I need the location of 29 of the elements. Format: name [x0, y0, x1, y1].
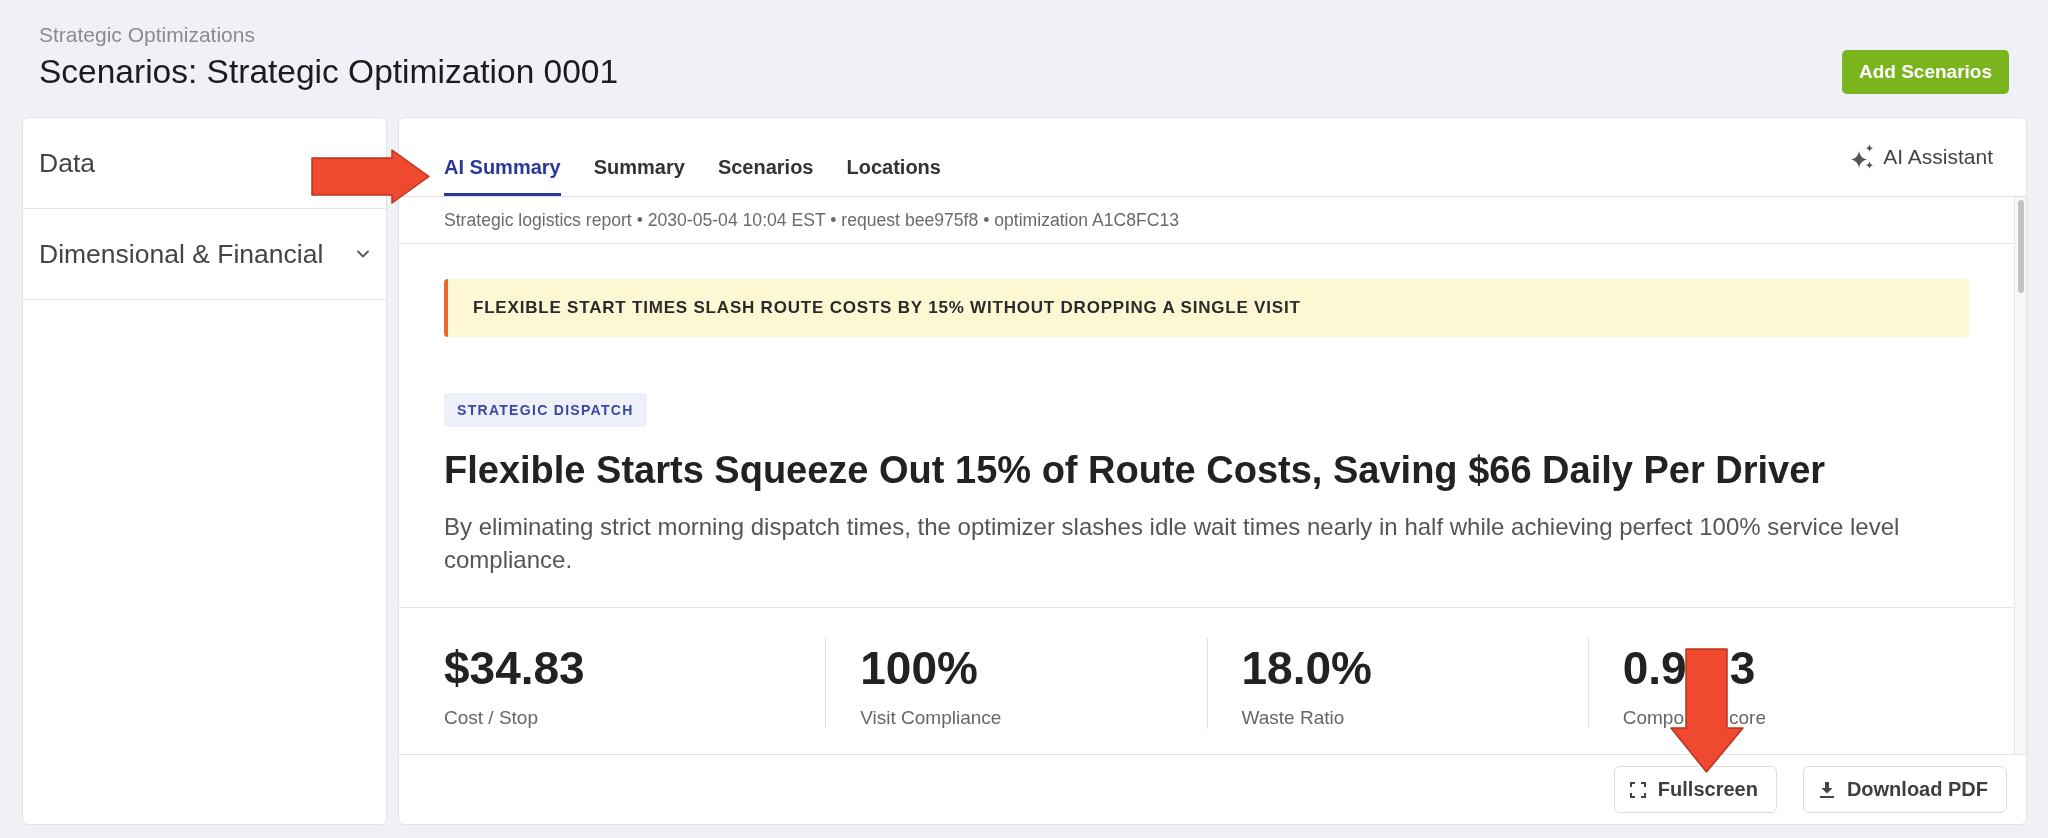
metric-label: Visit Compliance: [860, 706, 1002, 730]
metric-label: Compo: [1622, 706, 1684, 730]
download-pdf-button[interactable]: Download PDF: [1802, 766, 2007, 813]
callout-banner: FLEXIBLE START TIMES SLASH ROUTE COSTS BY 15% WITHOUT DROPPING A SINGLE VISIT: [444, 279, 1969, 337]
scrollbar-thumb[interactable]: [2017, 200, 2024, 293]
fullscreen-button[interactable]: Fullscreen: [1613, 766, 1777, 813]
metric-value: 100%: [860, 641, 978, 695]
page-title: Scenarios: Strategic Optimization 0001: [39, 52, 619, 92]
metric-value: 18.0%: [1241, 641, 1372, 695]
metric-label: core: [1729, 706, 1766, 730]
metric-value: 3: [1729, 641, 1756, 695]
fullscreen-icon: [1629, 781, 1646, 798]
tab[interactable]: Scenarios: [717, 155, 814, 196]
metric-value: 0.9: [1622, 641, 1687, 695]
metric-value: $34.83: [444, 641, 585, 695]
report-meta: Strategic logistics report • 2030-05-04 10:04 EST • request bee975f8 • optimization A1C8FC13: [444, 209, 1180, 231]
report-summary: By eliminating strict morning dispatch times, the optimizer slashes idle wait times nearly in half while achieving perfect 100% service level compliance.: [444, 512, 1901, 575]
tab[interactable]: AI Summary: [444, 155, 561, 196]
category-tag: STRATEGIC DISPATCH: [444, 393, 647, 427]
scrollbar[interactable]: [2014, 197, 2026, 754]
download-icon: [1818, 780, 1835, 799]
sidebar-item[interactable]: Data: [39, 147, 95, 179]
ai-assistant-button[interactable]: AI Assistant: [1850, 144, 1993, 170]
report-headline: Flexible Starts Squeeze Out 15% of Route Costs, Saving $66 Daily Per Driver: [444, 448, 1826, 492]
tab[interactable]: Summary: [593, 155, 685, 196]
metric-label: Waste Ratio: [1241, 706, 1345, 730]
sidebar-item[interactable]: Dimensional & Financial: [39, 238, 369, 270]
tab[interactable]: Locations: [846, 155, 941, 196]
metric-label: Cost / Stop: [444, 706, 538, 730]
